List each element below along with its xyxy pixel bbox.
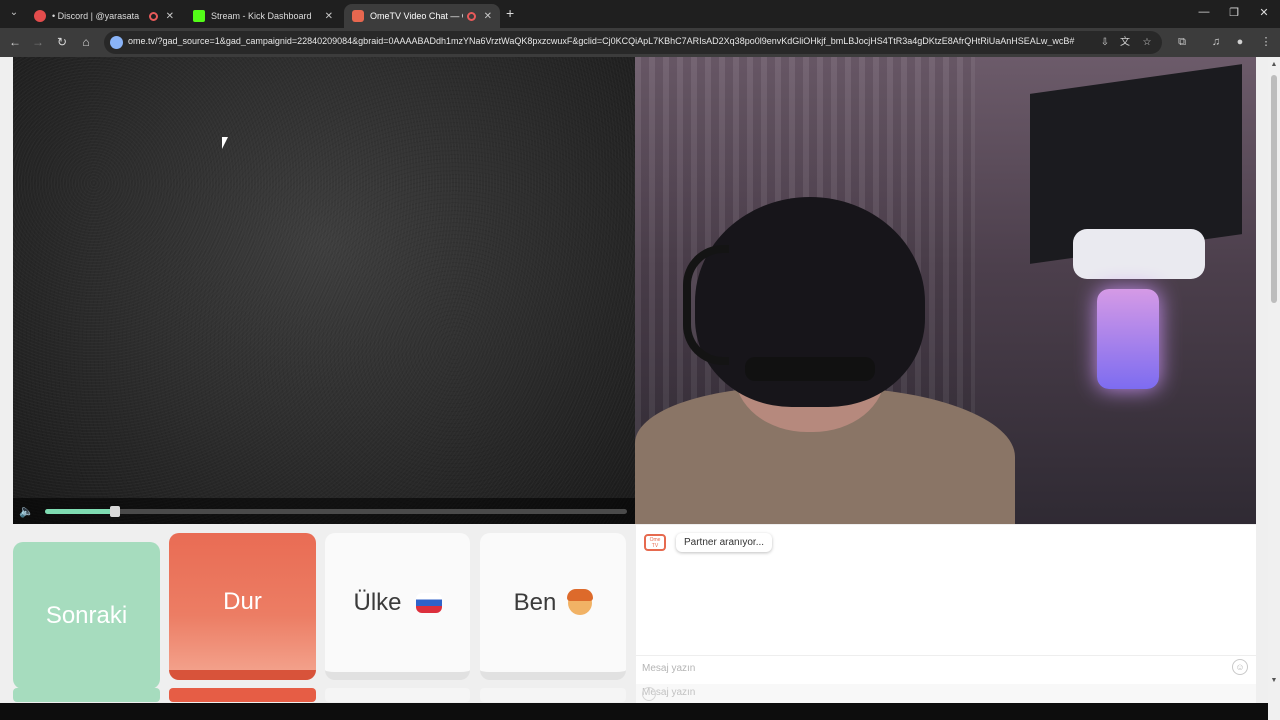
url-text[interactable]: ome.tv/?gad_source=1&gad_campaignid=2284… <box>128 36 1088 46</box>
page-scrollbar[interactable]: ▲ ▼ <box>1268 57 1280 720</box>
sunglasses <box>745 357 875 381</box>
reload-icon[interactable]: ↻ <box>54 34 70 50</box>
ometv-favicon-icon <box>352 10 364 22</box>
extensions-icon[interactable]: ⧉ <box>1174 34 1190 50</box>
stop-button-reflection <box>169 688 316 702</box>
scroll-thumb[interactable] <box>1271 75 1277 303</box>
media-control-icon[interactable]: ♫ <box>1208 34 1224 50</box>
chat-panel: Ome TV Partner aranıyor... ☺ <box>636 525 1256 703</box>
chat-input-row: ☺ <box>636 655 1256 679</box>
close-tab-icon[interactable]: ✕ <box>325 11 333 22</box>
me-button-label: Ben <box>513 588 557 616</box>
home-icon[interactable]: ⌂ <box>78 34 94 50</box>
discord-favicon-icon <box>34 10 46 22</box>
page-bottom <box>0 703 1268 720</box>
bookmark-star-icon[interactable]: ☆ <box>1140 36 1154 50</box>
status-message: Partner aranıyor... <box>676 533 773 552</box>
tab-title: OmeTV Video Chat — Ome <box>370 11 463 21</box>
self-camera-video <box>635 57 1256 524</box>
recording-indicator-icon <box>148 11 158 21</box>
next-button-label: Sonraki <box>45 601 128 629</box>
recording-indicator-icon <box>466 11 476 21</box>
back-icon[interactable]: ← <box>7 34 23 50</box>
close-window-button[interactable]: ✕ <box>1256 6 1272 19</box>
forward-icon[interactable]: → <box>30 34 46 50</box>
translate-icon[interactable]: 文 <box>1118 36 1132 50</box>
country-button-reflection <box>325 688 470 702</box>
ometv-logo-icon: Ome TV <box>644 534 666 551</box>
me-button-reflection <box>480 688 626 702</box>
microphone-arm <box>1073 229 1205 279</box>
stop-button[interactable]: Dur <box>169 533 316 680</box>
emoji-picker-icon[interactable]: ☺ <box>1232 659 1248 675</box>
mouse-cursor-icon <box>222 137 234 149</box>
speaker-icon[interactable]: 🔈 <box>19 504 35 518</box>
volume-knob[interactable] <box>109 506 120 517</box>
me-button[interactable]: Ben <box>480 533 626 680</box>
headphones <box>683 245 729 365</box>
next-button[interactable]: Sonraki <box>13 542 160 689</box>
scroll-up-icon[interactable]: ▲ <box>1270 61 1278 69</box>
tab-title: Stream - Kick Dashboard <box>211 11 312 21</box>
close-tab-icon[interactable]: ✕ <box>166 11 174 22</box>
chat-input-reflection: Mesaj yazın <box>636 684 1256 704</box>
tab-search-icon[interactable]: ⌄ <box>6 5 22 21</box>
install-app-icon[interactable]: ⇩ <box>1098 36 1112 50</box>
country-button-label: Ülke <box>353 588 402 616</box>
site-info-icon[interactable] <box>110 36 123 49</box>
address-bar[interactable]: ome.tv/?gad_source=1&gad_campaignid=2284… <box>104 31 1162 54</box>
profile-icon[interactable]: ● <box>1232 34 1248 50</box>
next-button-reflection <box>13 688 160 702</box>
tab-kick[interactable]: Stream - Kick Dashboard ✕ <box>185 4 341 28</box>
rgb-microphone <box>1097 289 1159 389</box>
tab-ometv[interactable]: OmeTV Video Chat — Ome ✕ <box>344 4 500 28</box>
close-tab-icon[interactable]: ✕ <box>484 11 492 22</box>
tab-title: • Discord | @yarasata <box>52 11 140 21</box>
ometv-page: 🔈 Sonraki Dur Ülke Ben Ome TV Partner ar… <box>0 57 1268 720</box>
menu-kebab-icon[interactable]: ⋮ <box>1258 34 1274 50</box>
boy-emoji-icon <box>567 588 594 615</box>
volume-fill <box>45 509 115 514</box>
country-button[interactable]: Ülke <box>325 533 470 680</box>
partner-video: 🔈 <box>13 57 635 524</box>
kick-favicon-icon <box>193 10 205 22</box>
volume-slider[interactable] <box>45 506 627 517</box>
minimize-button[interactable]: — <box>1196 6 1212 18</box>
maximize-button[interactable]: ❐ <box>1226 6 1242 19</box>
tab-discord[interactable]: • Discord | @yarasata ✕ <box>26 4 182 28</box>
russia-flag-icon <box>415 592 442 613</box>
message-input[interactable] <box>642 660 1222 676</box>
scroll-down-icon[interactable]: ▼ <box>1270 677 1278 685</box>
new-tab-button[interactable]: + <box>506 5 514 21</box>
stop-button-label: Dur <box>223 587 262 615</box>
ghost-emoji-icon <box>642 687 656 701</box>
browser-tab-bar: ⌄ • Discord | @yarasata ✕ Stream - Kick … <box>0 0 1280 28</box>
static-noise <box>13 57 635 524</box>
browser-toolbar: ← → ↻ ⌂ ome.tv/?gad_source=1&gad_campaig… <box>0 28 1280 57</box>
volume-bar: 🔈 <box>13 498 635 524</box>
